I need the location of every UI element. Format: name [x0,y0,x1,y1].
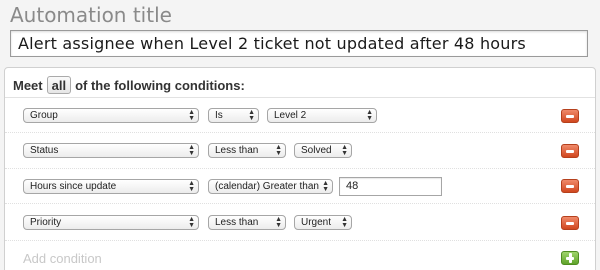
select-arrows-icon: ▲ ▼ [248,108,255,122]
header-divider [5,97,595,98]
row-separator [5,168,595,169]
automation-title-input[interactable] [10,30,588,57]
add-condition-label[interactable]: Add condition [23,251,102,266]
condition-field-select[interactable]: Priority ▲ ▼ [23,215,199,230]
conditions-panel: Meet all of the following conditions: Gr… [4,67,596,270]
select-arrows-icon: ▲ ▼ [275,143,282,157]
select-arrows-icon: ▲ ▼ [188,108,195,122]
remove-condition-button[interactable] [561,216,579,230]
match-mode-select[interactable]: all [46,76,72,94]
automation-title-label: Automation title [10,3,172,27]
select-arrows-icon: ▲ ▼ [275,215,282,229]
condition-value-select[interactable]: Level 2 ▲ ▼ [267,108,377,123]
condition-operator-select[interactable]: Less than ▲ ▼ [208,143,286,158]
select-arrows-icon: ▲ ▼ [341,143,348,157]
condition-value-select[interactable]: Urgent ▲ ▼ [294,215,352,230]
select-arrows-icon: ▲ ▼ [188,143,195,157]
condition-field-select[interactable]: Group ▲ ▼ [23,108,199,123]
condition-operator-select[interactable]: Less than ▲ ▼ [208,215,286,230]
conditions-header: Meet all of the following conditions: [13,76,245,94]
row-separator [5,240,595,241]
condition-field-select[interactable]: Hours since update ▲ ▼ [23,179,199,194]
meet-label: Meet [13,77,43,93]
select-value: Less than [215,145,259,156]
remove-condition-button[interactable] [561,109,579,123]
add-condition-button[interactable] [561,251,579,265]
select-value: Less than [215,217,259,228]
condition-value-input[interactable]: 48 [339,177,442,196]
select-value: Status [30,145,59,156]
condition-operator-select[interactable]: (calendar) Greater than ▲ ▼ [208,179,333,194]
select-value: Is [215,110,223,121]
select-arrows-icon: ▲ ▼ [322,179,329,193]
select-value: (calendar) Greater than [215,181,319,192]
select-value: Solved [301,145,332,156]
select-value: Priority [30,217,62,228]
remove-condition-button[interactable] [561,144,579,158]
remove-condition-button[interactable] [561,179,579,193]
condition-value-select[interactable]: Solved ▲ ▼ [294,143,352,158]
row-separator [5,203,595,204]
select-value: Hours since update [30,181,117,192]
select-arrows-icon: ▲ ▼ [341,215,348,229]
select-arrows-icon: ▲ ▼ [188,179,195,193]
condition-operator-select[interactable]: Is ▲ ▼ [208,108,259,123]
condition-field-select[interactable]: Status ▲ ▼ [23,143,199,158]
select-arrows-icon: ▲ ▼ [188,215,195,229]
select-value: Level 2 [274,110,307,121]
select-value: Group [30,110,58,121]
conditions-suffix-label: of the following conditions: [75,77,245,93]
select-value: Urgent [301,217,332,228]
select-arrows-icon: ▲ ▼ [366,108,373,122]
row-separator [5,132,595,133]
